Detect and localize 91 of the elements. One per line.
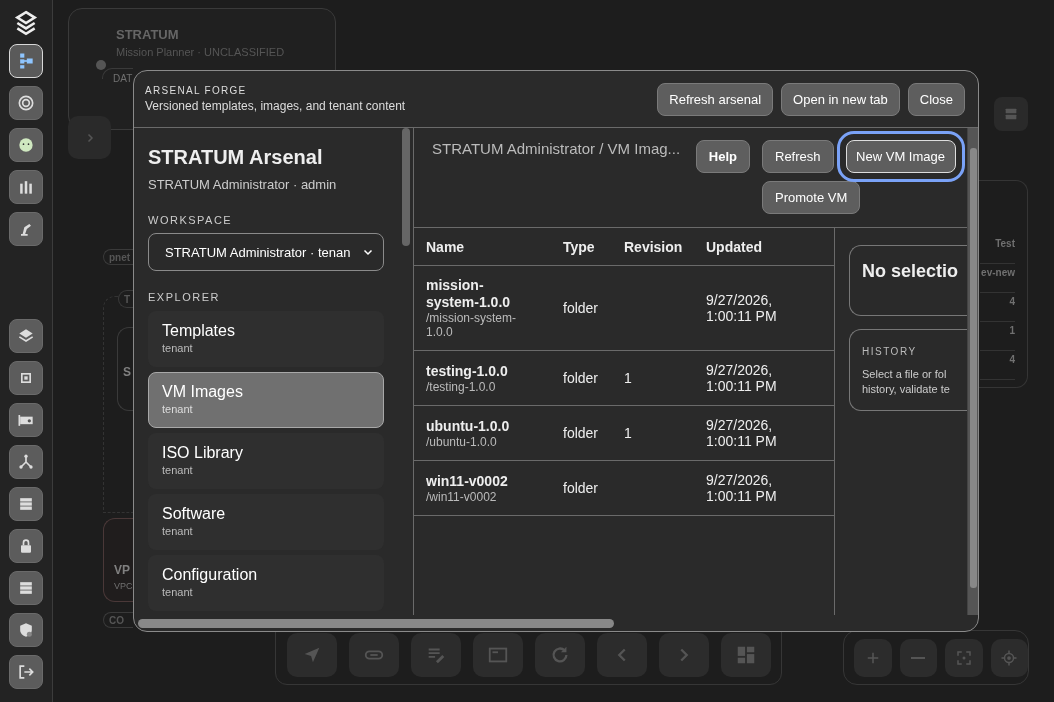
section-label: WORKSPACE <box>148 214 234 226</box>
panel-value: 4 <box>980 351 1015 380</box>
node-subtitle: VPC <box>114 581 133 591</box>
column-header: Updated <box>694 228 835 266</box>
refresh-button[interactable] <box>535 633 585 677</box>
panel-value: ev-new <box>980 264 1015 293</box>
scrollbar-thumb[interactable] <box>969 148 977 588</box>
server-button[interactable] <box>9 487 43 521</box>
table-cell: 9/27/2026, 1:00:11 PM <box>694 265 835 351</box>
modal-eyebrow: ARSENAL FORGE <box>145 85 248 96</box>
robot-arm-button[interactable] <box>9 212 43 246</box>
data-field: DAT <box>113 73 133 84</box>
table-cell: folder <box>551 350 612 406</box>
history-text: Select a file or fol history, validate te <box>862 367 951 397</box>
table-cell: 9/27/2026, 1:00:11 PM <box>694 405 835 461</box>
logout-button[interactable] <box>9 655 43 689</box>
fit-view-button[interactable] <box>945 639 983 677</box>
scrollbar-thumb[interactable] <box>402 128 410 246</box>
lock-button[interactable] <box>9 529 43 563</box>
diagram-button[interactable] <box>9 44 43 78</box>
status-dot <box>96 60 106 70</box>
cloud-face-icon <box>16 135 36 155</box>
explorer-item[interactable]: Software tenant <box>148 494 384 550</box>
node-title: VP <box>114 563 131 577</box>
explorer-item[interactable]: Templates tenant <box>148 311 384 367</box>
fit-view-icon <box>954 649 973 667</box>
zoom-out-button[interactable] <box>899 639 937 677</box>
open-tab-button[interactable]: Open in new tab <box>781 82 900 116</box>
table-cell: 9/27/2026, 1:00:11 PM <box>694 460 835 516</box>
navigate-button[interactable] <box>287 633 337 677</box>
branch-button[interactable] <box>9 445 43 479</box>
chip-button[interactable] <box>9 361 43 395</box>
table-cell: 1 <box>612 350 694 406</box>
column-header: Revision <box>612 228 694 266</box>
logout-icon <box>16 662 36 682</box>
card-title: STRATUM <box>116 27 179 42</box>
target-button[interactable] <box>9 86 43 120</box>
panel-value: 1 <box>980 322 1015 351</box>
table-cell: folder <box>551 405 612 461</box>
modal-subtitle: Versioned templates, images, and tenant content <box>145 99 407 113</box>
file-name: testing-1.0.0 <box>426 362 509 380</box>
link-button[interactable] <box>349 633 399 677</box>
breadcrumb: STRATUM Administrator / VM Imag... <box>432 140 682 159</box>
file-path: /testing-1.0.0 <box>426 379 497 394</box>
window-button[interactable] <box>473 633 523 677</box>
action-button[interactable]: Promote VM <box>762 181 861 214</box>
file-name: win11-v0002 <box>426 472 509 490</box>
user-label: STRATUM Administrator · admin <box>148 177 338 192</box>
panel-value: 4 <box>980 293 1015 322</box>
table-cell: 9/27/2026, 1:00:11 PM <box>694 350 835 406</box>
panel-value: Test <box>980 235 1015 264</box>
file-path: /win11-v0002 <box>426 489 498 504</box>
file-path: /ubuntu-1.0.0 <box>426 434 498 449</box>
cloud-face-button[interactable] <box>9 128 43 162</box>
zoom-in-button[interactable] <box>854 639 892 677</box>
server-button[interactable] <box>9 571 43 605</box>
dashboard-button[interactable] <box>721 633 771 677</box>
column-header: Type <box>551 228 612 266</box>
refresh-arsenal-button[interactable]: Refresh arsenal <box>657 82 774 116</box>
section-label: HISTORY <box>862 346 918 357</box>
logo-icon <box>13 10 39 36</box>
table-cell: folder <box>551 265 612 351</box>
file-path: /mission-system-1.0.0 <box>426 311 517 339</box>
table-cell: 1 <box>612 405 694 461</box>
section-label: EXPLORER <box>148 291 221 303</box>
ammunition-button[interactable] <box>9 170 43 204</box>
network-card-button[interactable] <box>9 403 43 437</box>
dashboard-icon <box>735 644 757 666</box>
shield-button[interactable] <box>9 613 43 647</box>
server-icon <box>1003 106 1019 122</box>
close-button[interactable]: Close <box>907 82 965 116</box>
locate-button[interactable] <box>990 639 1028 677</box>
workspace-select[interactable]: STRATUM Administrator · tenan <box>148 233 384 271</box>
layers-button[interactable] <box>9 319 43 353</box>
action-button[interactable]: Refresh <box>762 140 834 173</box>
explorer-item[interactable]: Configuration tenant <box>148 555 384 611</box>
column-header: Name <box>414 228 551 266</box>
help-button[interactable]: Help <box>695 140 750 173</box>
file-name: ubuntu-1.0.0 <box>426 417 511 435</box>
canvas-tag: CO <box>103 612 133 628</box>
file-name: mission-system-1.0.0 <box>426 277 512 311</box>
arsenal-title: STRATUM Arsenal <box>148 146 324 169</box>
target-icon <box>16 93 36 113</box>
scrollbar-thumb[interactable] <box>138 619 614 628</box>
edit-list-button[interactable] <box>411 633 461 677</box>
chevron-left-button[interactable] <box>597 633 647 677</box>
explorer-item[interactable]: ISO Library tenant <box>148 433 384 489</box>
explorer-item[interactable]: VM Images tenant <box>148 372 384 428</box>
locate-icon <box>1000 649 1019 667</box>
table-cell: folder <box>551 460 612 516</box>
chevron-right-button[interactable] <box>659 633 709 677</box>
